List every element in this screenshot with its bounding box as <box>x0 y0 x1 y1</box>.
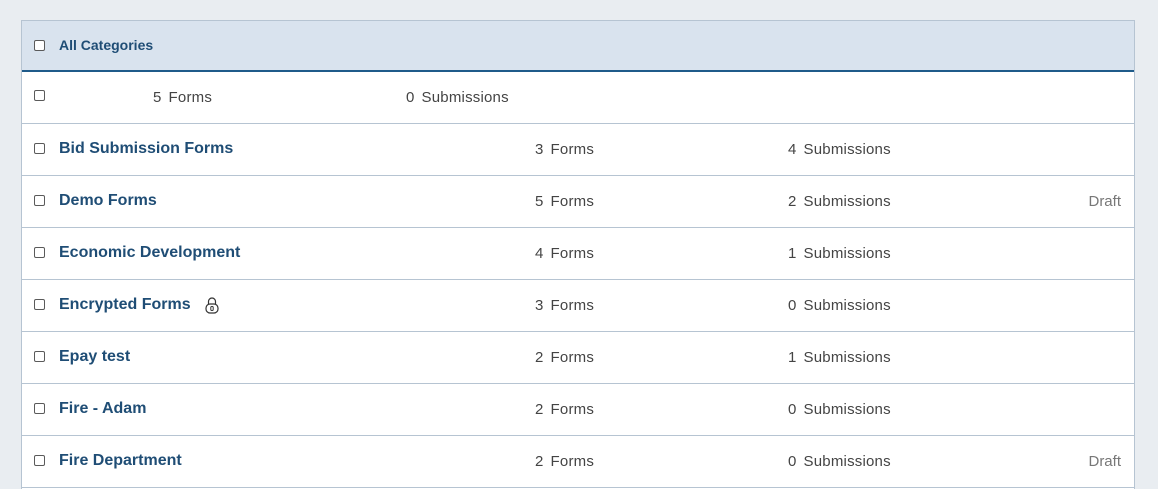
forms-count: 5 Forms <box>535 193 594 210</box>
category-name-link[interactable]: Fire Department <box>59 452 182 470</box>
forms-count: 2 Forms <box>535 401 594 418</box>
lock-icon <box>204 296 219 314</box>
category-checkbox[interactable] <box>34 299 45 310</box>
forms-label: Forms <box>550 453 595 470</box>
category-name: Economic Development <box>59 244 241 261</box>
forms-number: 2 <box>535 401 544 418</box>
submissions-label: Submissions <box>803 193 891 210</box>
category-name-link[interactable]: Encrypted Forms <box>59 296 219 314</box>
summary-forms-number: 5 <box>153 89 162 106</box>
submissions-count: 0 Submissions <box>788 297 891 314</box>
forms-label: Forms <box>550 297 595 314</box>
category-row: Encrypted Forms 3 Forms 0 Submissions <box>22 280 1134 332</box>
forms-number: 5 <box>535 193 544 210</box>
submissions-number: 1 <box>788 349 797 366</box>
category-row: Economic Development 4 Forms 1 Submissions <box>22 228 1134 280</box>
category-name: Fire - Adam <box>59 400 147 417</box>
category-row: Fire Department 2 Forms 0 Submissions Draft <box>22 436 1134 488</box>
category-name: Epay test <box>59 348 131 365</box>
summary-forms-label: Forms <box>168 89 213 106</box>
category-row: Epay test 2 Forms 1 Submissions <box>22 332 1134 384</box>
forms-number: 3 <box>535 297 544 314</box>
categories-header: All Categories <box>22 21 1134 72</box>
select-all-checkbox[interactable] <box>34 40 45 51</box>
submissions-number: 2 <box>788 193 797 210</box>
forms-number: 4 <box>535 245 544 262</box>
forms-label: Forms <box>550 245 595 262</box>
submissions-number: 0 <box>788 297 797 314</box>
forms-count: 3 Forms <box>535 297 594 314</box>
submissions-label: Submissions <box>803 401 891 418</box>
category-name-link[interactable]: Demo Forms <box>59 192 157 210</box>
submissions-count: 1 Submissions <box>788 349 891 366</box>
forms-label: Forms <box>550 193 595 210</box>
forms-number: 2 <box>535 349 544 366</box>
submissions-number: 0 <box>788 401 797 418</box>
forms-label: Forms <box>550 141 595 158</box>
category-checkbox[interactable] <box>34 403 45 414</box>
header-title: All Categories <box>59 37 154 53</box>
submissions-number: 0 <box>788 453 797 470</box>
category-row: Fire - Adam 2 Forms 0 Submissions <box>22 384 1134 436</box>
forms-number: 3 <box>535 141 544 158</box>
category-name: Fire Department <box>59 452 182 469</box>
summary-checkbox[interactable] <box>34 90 45 101</box>
summary-forms-count: 5 Forms <box>153 89 212 106</box>
category-row: Bid Submission Forms 3 Forms 4 Submissions <box>22 124 1134 176</box>
category-checkbox[interactable] <box>34 195 45 206</box>
category-name-link[interactable]: Bid Submission Forms <box>59 140 233 158</box>
submissions-number: 4 <box>788 141 797 158</box>
submissions-count: 1 Submissions <box>788 245 891 262</box>
forms-count: 2 Forms <box>535 349 594 366</box>
category-row: Demo Forms 5 Forms 2 Submissions Draft <box>22 176 1134 228</box>
category-list: Bid Submission Forms 3 Forms 4 Submissions De… <box>22 124 1134 488</box>
category-name-link[interactable]: Fire - Adam <box>59 400 146 418</box>
submissions-count: 2 Submissions <box>788 193 891 210</box>
category-name: Bid Submission Forms <box>59 140 234 157</box>
submissions-count: 0 Submissions <box>788 401 891 418</box>
submissions-number: 1 <box>788 245 797 262</box>
summary-submissions-label: Submissions <box>421 89 509 106</box>
submissions-count: 4 Submissions <box>788 141 891 158</box>
category-name: Encrypted Forms <box>59 296 191 313</box>
submissions-label: Submissions <box>803 453 891 470</box>
submissions-label: Submissions <box>803 141 891 158</box>
summary-submissions-count: 0 Submissions <box>406 89 509 106</box>
status-badge: Draft <box>1088 453 1121 470</box>
submissions-count: 0 Submissions <box>788 453 891 470</box>
category-name-link[interactable]: Epay test <box>59 348 130 366</box>
forms-number: 2 <box>535 453 544 470</box>
forms-label: Forms <box>550 401 595 418</box>
summary-row: 5 Forms 0 Submissions <box>22 72 1134 124</box>
submissions-label: Submissions <box>803 297 891 314</box>
categories-panel: All Categories 5 Forms 0 Submissions Bid S… <box>21 20 1135 489</box>
forms-label: Forms <box>550 349 595 366</box>
forms-count: 2 Forms <box>535 453 594 470</box>
category-name: Demo Forms <box>59 192 157 209</box>
submissions-label: Submissions <box>803 245 891 262</box>
category-checkbox[interactable] <box>34 247 45 258</box>
category-checkbox[interactable] <box>34 143 45 154</box>
category-checkbox[interactable] <box>34 455 45 466</box>
category-name-link[interactable]: Economic Development <box>59 244 240 262</box>
forms-count: 4 Forms <box>535 245 594 262</box>
submissions-label: Submissions <box>803 349 891 366</box>
forms-count: 3 Forms <box>535 141 594 158</box>
category-checkbox[interactable] <box>34 351 45 362</box>
status-badge: Draft <box>1088 193 1121 210</box>
summary-submissions-number: 0 <box>406 89 415 106</box>
